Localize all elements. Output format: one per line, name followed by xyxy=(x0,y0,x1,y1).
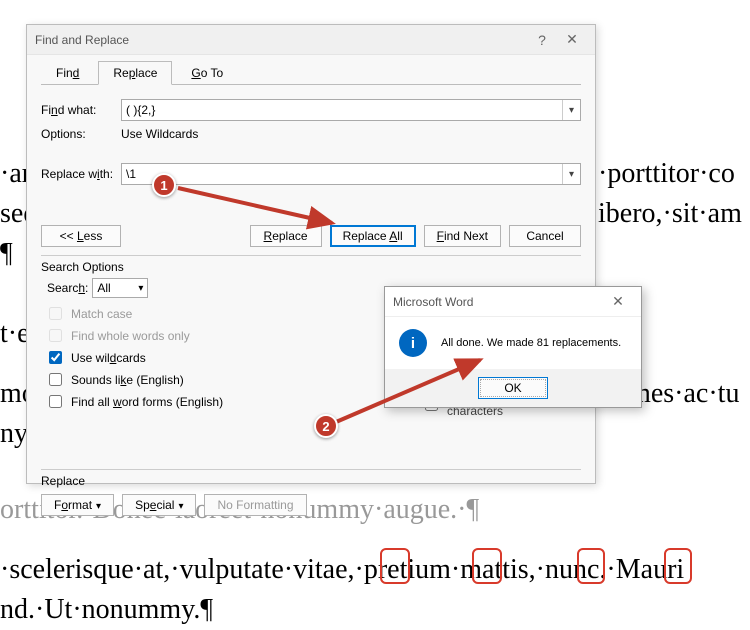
info-icon: i xyxy=(399,329,427,357)
options-label: Options: xyxy=(41,127,121,141)
replace-section-label: Replace xyxy=(41,474,581,488)
help-button[interactable]: ? xyxy=(527,32,557,48)
search-direction-select[interactable]: All ▾ xyxy=(92,278,148,298)
doc-text-line: ·porttitor·co xyxy=(598,154,735,194)
message-title: Microsoft Word xyxy=(393,295,603,309)
replace-with-input[interactable]: ▾ xyxy=(121,163,581,185)
doc-text-line: nd.·Ut·nonummy.¶ xyxy=(0,590,213,630)
dialog-titlebar[interactable]: Find and Replace ? ✕ xyxy=(27,25,595,55)
search-direction-label: Search: xyxy=(47,281,88,295)
format-button[interactable]: Format▾ xyxy=(41,494,114,516)
highlight-box xyxy=(664,548,692,584)
chevron-down-icon: ▾ xyxy=(138,283,143,294)
callout-2: 2 xyxy=(314,414,338,438)
find-next-button[interactable]: Find Next xyxy=(424,225,501,247)
tab-goto[interactable]: Go To xyxy=(176,61,238,85)
replace-all-button[interactable]: Replace All xyxy=(330,225,416,247)
no-formatting-button: No Formatting xyxy=(204,494,306,516)
find-replace-dialog: Find and Replace ? ✕ Find Replace Go To … xyxy=(26,24,596,484)
highlight-box xyxy=(380,548,410,584)
tab-find[interactable]: Find xyxy=(41,61,94,85)
doc-text-line: ny xyxy=(0,414,28,454)
chevron-down-icon[interactable]: ▾ xyxy=(562,100,580,120)
close-icon[interactable]: ✕ xyxy=(603,293,633,310)
replace-button[interactable]: Replace xyxy=(250,225,322,247)
search-options-title: Search Options xyxy=(41,255,581,274)
message-titlebar[interactable]: Microsoft Word ✕ xyxy=(385,287,641,317)
close-icon[interactable]: ✕ xyxy=(557,31,587,48)
special-button[interactable]: Special▾ xyxy=(122,494,196,516)
doc-text-line: ibero,·sit·am xyxy=(598,194,742,234)
find-what-input[interactable]: ▾ xyxy=(121,99,581,121)
replace-with-label: Replace with: xyxy=(41,167,121,181)
chevron-down-icon[interactable]: ▾ xyxy=(562,164,580,184)
ok-button[interactable]: OK xyxy=(478,377,548,399)
highlight-box xyxy=(577,548,605,584)
replace-with-field[interactable] xyxy=(122,164,562,184)
less-button[interactable]: << Less xyxy=(41,225,121,247)
doc-text-line: ¶ xyxy=(0,234,13,274)
tab-strip: Find Replace Go To xyxy=(27,55,595,85)
dialog-title: Find and Replace xyxy=(35,33,527,47)
message-text: All done. We made 81 replacements. xyxy=(441,337,621,349)
find-what-label: Find what: xyxy=(41,103,121,117)
tab-replace[interactable]: Replace xyxy=(98,61,172,85)
options-value: Use Wildcards xyxy=(121,127,198,141)
find-what-field[interactable] xyxy=(122,100,562,120)
message-box: Microsoft Word ✕ i All done. We made 81 … xyxy=(384,286,642,408)
callout-1: 1 xyxy=(152,173,176,197)
cancel-button[interactable]: Cancel xyxy=(509,225,581,247)
highlight-box xyxy=(472,548,502,584)
